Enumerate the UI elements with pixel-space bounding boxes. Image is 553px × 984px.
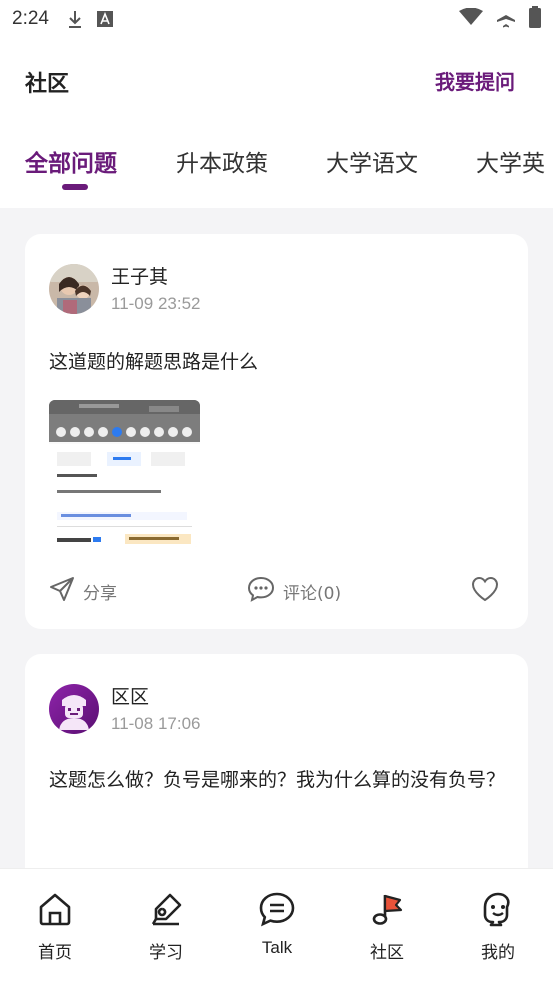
post-card[interactable]: 王子其 11-09 23:52 这道题的解题思路是什么 分享 评论(0): [25, 234, 528, 629]
pen-icon: [148, 891, 184, 932]
page-title: 社区: [25, 72, 70, 97]
nav-label: Talk: [261, 938, 293, 957]
comment-icon: [247, 576, 275, 607]
battery-icon: [529, 5, 541, 33]
author-name[interactable]: 王子其: [111, 262, 168, 289]
nav-community[interactable]: 社区: [347, 891, 427, 963]
nav-profile[interactable]: 我的: [458, 891, 538, 963]
ask-question-button[interactable]: 我要提问: [435, 66, 515, 95]
tab-college-chinese[interactable]: 大学语文: [326, 144, 418, 178]
header: 社区 我要提问 全部问题 升本政策 大学语文 大学英: [0, 38, 553, 208]
bottom-navigation: 首页 学习 Talk 社区 我的: [0, 868, 553, 984]
profile-icon: [480, 891, 516, 932]
tab-college-english[interactable]: 大学英: [476, 144, 545, 178]
nav-label: 我的: [481, 943, 515, 963]
avatar[interactable]: [49, 684, 99, 734]
status-bar: 2:24: [0, 0, 553, 38]
comment-button[interactable]: 评论(0): [247, 576, 341, 607]
share-icon: [49, 576, 75, 607]
download-icon: [67, 9, 83, 29]
post-time: 11-09 23:52: [111, 294, 201, 313]
airplane-mode-icon: [495, 6, 517, 33]
like-button[interactable]: [471, 576, 499, 607]
post-time: 11-08 17:06: [111, 714, 201, 733]
chat-icon: [258, 891, 296, 932]
nav-label: 社区: [370, 943, 404, 963]
tab-all-questions[interactable]: 全部问题: [25, 144, 117, 178]
tab-upgrade-policy[interactable]: 升本政策: [176, 144, 268, 178]
author-name[interactable]: 区区: [111, 682, 149, 709]
post-content[interactable]: 这道题的解题思路是什么: [49, 346, 509, 378]
share-button[interactable]: 分享: [49, 576, 117, 607]
post-actions: 分享 评论(0): [25, 574, 528, 606]
share-label: 分享: [83, 584, 117, 604]
comment-count-label: 评论(0): [283, 584, 342, 604]
nav-label: 首页: [38, 943, 72, 963]
nav-study[interactable]: 学习: [126, 891, 206, 963]
heart-icon: [471, 576, 499, 607]
nav-label: 学习: [149, 943, 183, 963]
category-tabs: 全部问题 升本政策 大学语文 大学英: [0, 138, 553, 198]
wifi-icon: [459, 7, 483, 31]
font-a-icon: [96, 11, 113, 27]
status-time: 2:24: [12, 8, 49, 29]
active-tab-indicator: [62, 184, 88, 190]
community-flag-icon: [369, 891, 405, 932]
nav-home[interactable]: 首页: [15, 891, 95, 963]
nav-talk[interactable]: Talk: [237, 891, 317, 958]
post-content[interactable]: 这题怎么做？负号是哪来的？我为什么算的没有负号？: [49, 764, 509, 796]
post-image-thumbnail[interactable]: [49, 400, 200, 547]
avatar[interactable]: [49, 264, 99, 314]
home-icon: [37, 891, 73, 932]
